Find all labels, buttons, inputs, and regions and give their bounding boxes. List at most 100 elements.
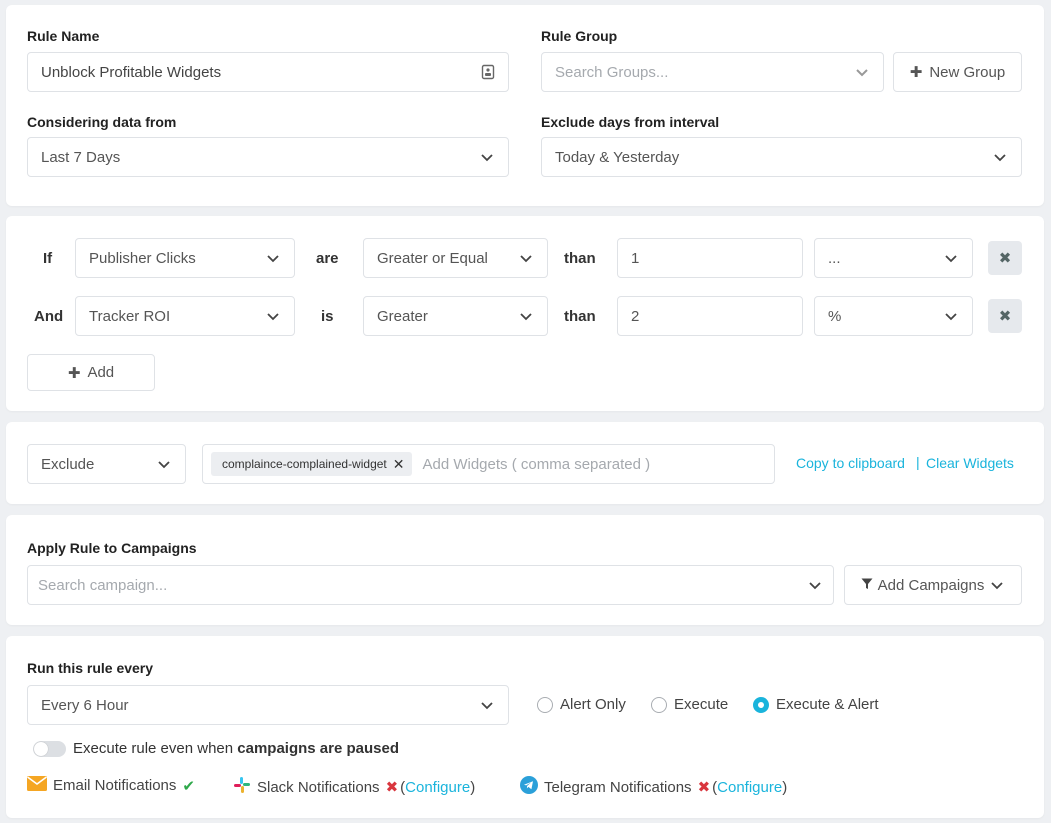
email-notifications: Email Notifications ✔ [27, 776, 195, 795]
chevron-down-icon [265, 250, 281, 266]
add-condition-label: Add [87, 364, 115, 381]
condition-verb: is [321, 308, 334, 325]
chevron-down-icon [518, 250, 534, 266]
condition-unit-value: ... [828, 249, 841, 267]
widgets-placeholder: Add Widgets ( comma separated ) [422, 455, 651, 473]
schedule-value: Every 6 Hour [41, 696, 129, 714]
condition-unit-select[interactable]: ... [814, 238, 973, 278]
add-campaigns-label: Add Campaigns [877, 576, 985, 594]
chevron-down-icon [156, 456, 172, 472]
chevron-down-icon [989, 577, 1005, 593]
radio-indicator[interactable] [651, 696, 667, 713]
rule-group-select[interactable]: Search Groups... [541, 52, 884, 92]
id-card-icon[interactable] [481, 64, 495, 80]
x-icon: ✖ [385, 779, 399, 796]
condition-metric-value: Publisher Clicks [89, 249, 196, 267]
chevron-down-icon [479, 697, 495, 713]
remove-condition-button[interactable]: ✖ [988, 299, 1022, 333]
condition-metric-select[interactable]: Tracker ROI [75, 296, 295, 336]
radio-label: Execute [674, 696, 729, 713]
considering-select[interactable]: Last 7 Days [27, 137, 509, 177]
paused-campaigns-prefix: Execute rule even when [73, 740, 238, 757]
plus-icon: ✚ [909, 64, 923, 81]
filter-icon [861, 577, 873, 594]
exclude-days-label: Exclude days from interval [541, 114, 720, 130]
telegram-notifications-label: Telegram Notifications [544, 778, 692, 796]
conditions-card: If Publisher Clicks are Greater or Equal… [6, 216, 1044, 411]
condition-value-input[interactable]: 2 [617, 296, 803, 336]
considering-value: Last 7 Days [41, 148, 121, 166]
telegram-configure-link[interactable]: Configure [717, 779, 782, 796]
condition-metric-value: Tracker ROI [89, 307, 171, 325]
condition-connector: If [43, 250, 53, 267]
condition-than: than [564, 250, 596, 267]
telegram-notifications: Telegram Notifications ✖ (Configure) [520, 776, 787, 798]
radio-execute-and-alert[interactable]: Execute & Alert [753, 696, 879, 713]
condition-operator-value: Greater or Equal [377, 249, 488, 267]
widget-chip-label: complaince-complained-widget [222, 457, 387, 471]
condition-operator-select[interactable]: Greater or Equal [363, 238, 548, 278]
slack-configure-link[interactable]: Configure [405, 779, 470, 796]
radio-execute[interactable]: Execute [651, 696, 728, 713]
condition-than: than [564, 308, 596, 325]
chevron-down-icon [265, 308, 281, 324]
link-separator: | [916, 454, 920, 470]
campaign-search-placeholder: Search campaign... [38, 576, 168, 594]
widget-mode-value: Exclude [41, 455, 95, 473]
rule-group-placeholder: Search Groups... [555, 63, 669, 81]
rule-settings-card: Rule Name Unblock Profitable Widgets Rul… [6, 5, 1044, 206]
close-icon[interactable]: ✕ [393, 456, 405, 473]
widgets-input[interactable]: complaince-complained-widget ✕ Add Widge… [202, 444, 775, 484]
condition-operator-select[interactable]: Greater [363, 296, 548, 336]
schedule-select[interactable]: Every 6 Hour [27, 685, 509, 725]
copy-to-clipboard-link[interactable]: Copy to clipboard [796, 455, 905, 471]
rule-name-value: Unblock Profitable Widgets [41, 63, 222, 81]
condition-unit-select[interactable]: % [814, 296, 973, 336]
condition-metric-select[interactable]: Publisher Clicks [75, 238, 295, 278]
widget-mode-select[interactable]: Exclude [27, 444, 186, 484]
rule-name-label: Rule Name [27, 28, 100, 44]
campaigns-label: Apply Rule to Campaigns [27, 540, 197, 556]
condition-value: 1 [631, 249, 640, 267]
widgets-card: Exclude complaince-complained-widget ✕ A… [6, 422, 1044, 504]
schedule-card: Run this rule every Every 6 Hour Alert O… [6, 636, 1044, 818]
considering-label: Considering data from [27, 114, 177, 130]
new-group-label: New Group [929, 63, 1006, 81]
chevron-down-icon [992, 149, 1008, 165]
paused-campaigns-text: Execute rule even when campaigns are pau… [73, 740, 399, 757]
paren-close: ) [470, 778, 476, 796]
chevron-down-icon [518, 308, 534, 324]
rule-group-label: Rule Group [541, 28, 618, 44]
add-condition-button[interactable]: ✚ Add [27, 354, 155, 391]
exclude-days-select[interactable]: Today & Yesterday [541, 137, 1022, 177]
add-campaigns-button[interactable]: Add Campaigns [844, 565, 1022, 605]
chevron-down-icon [479, 149, 495, 165]
campaigns-card: Apply Rule to Campaigns Search campaign.… [6, 515, 1044, 625]
slack-icon [233, 776, 251, 798]
paused-campaigns-toggle[interactable] [33, 741, 66, 757]
clear-widgets-link[interactable]: Clear Widgets [926, 455, 1014, 471]
envelope-icon [27, 776, 47, 795]
slack-notifications-label: Slack Notifications [257, 778, 380, 796]
chevron-down-icon [807, 577, 823, 593]
remove-condition-button[interactable]: ✖ [988, 241, 1022, 275]
condition-operator-value: Greater [377, 307, 428, 325]
condition-value-input[interactable]: 1 [617, 238, 803, 278]
radio-label: Execute & Alert [776, 696, 879, 713]
plus-icon: ✚ [67, 364, 81, 382]
radio-indicator[interactable] [537, 696, 553, 713]
rule-name-input[interactable]: Unblock Profitable Widgets [27, 52, 509, 92]
chevron-down-icon [943, 308, 959, 324]
schedule-label: Run this rule every [27, 660, 154, 676]
telegram-icon [520, 776, 538, 798]
condition-value: 2 [631, 307, 640, 325]
exclude-days-value: Today & Yesterday [555, 148, 680, 166]
campaign-search-select[interactable]: Search campaign... [27, 565, 834, 605]
radio-indicator[interactable] [753, 696, 769, 713]
new-group-button[interactable]: ✚ New Group [893, 52, 1022, 92]
radio-alert-only[interactable]: Alert Only [537, 696, 626, 713]
condition-verb: are [316, 250, 339, 267]
slack-notifications: Slack Notifications ✖ (Configure) [233, 776, 475, 798]
radio-label: Alert Only [560, 696, 626, 713]
widget-chip: complaince-complained-widget ✕ [211, 452, 413, 476]
